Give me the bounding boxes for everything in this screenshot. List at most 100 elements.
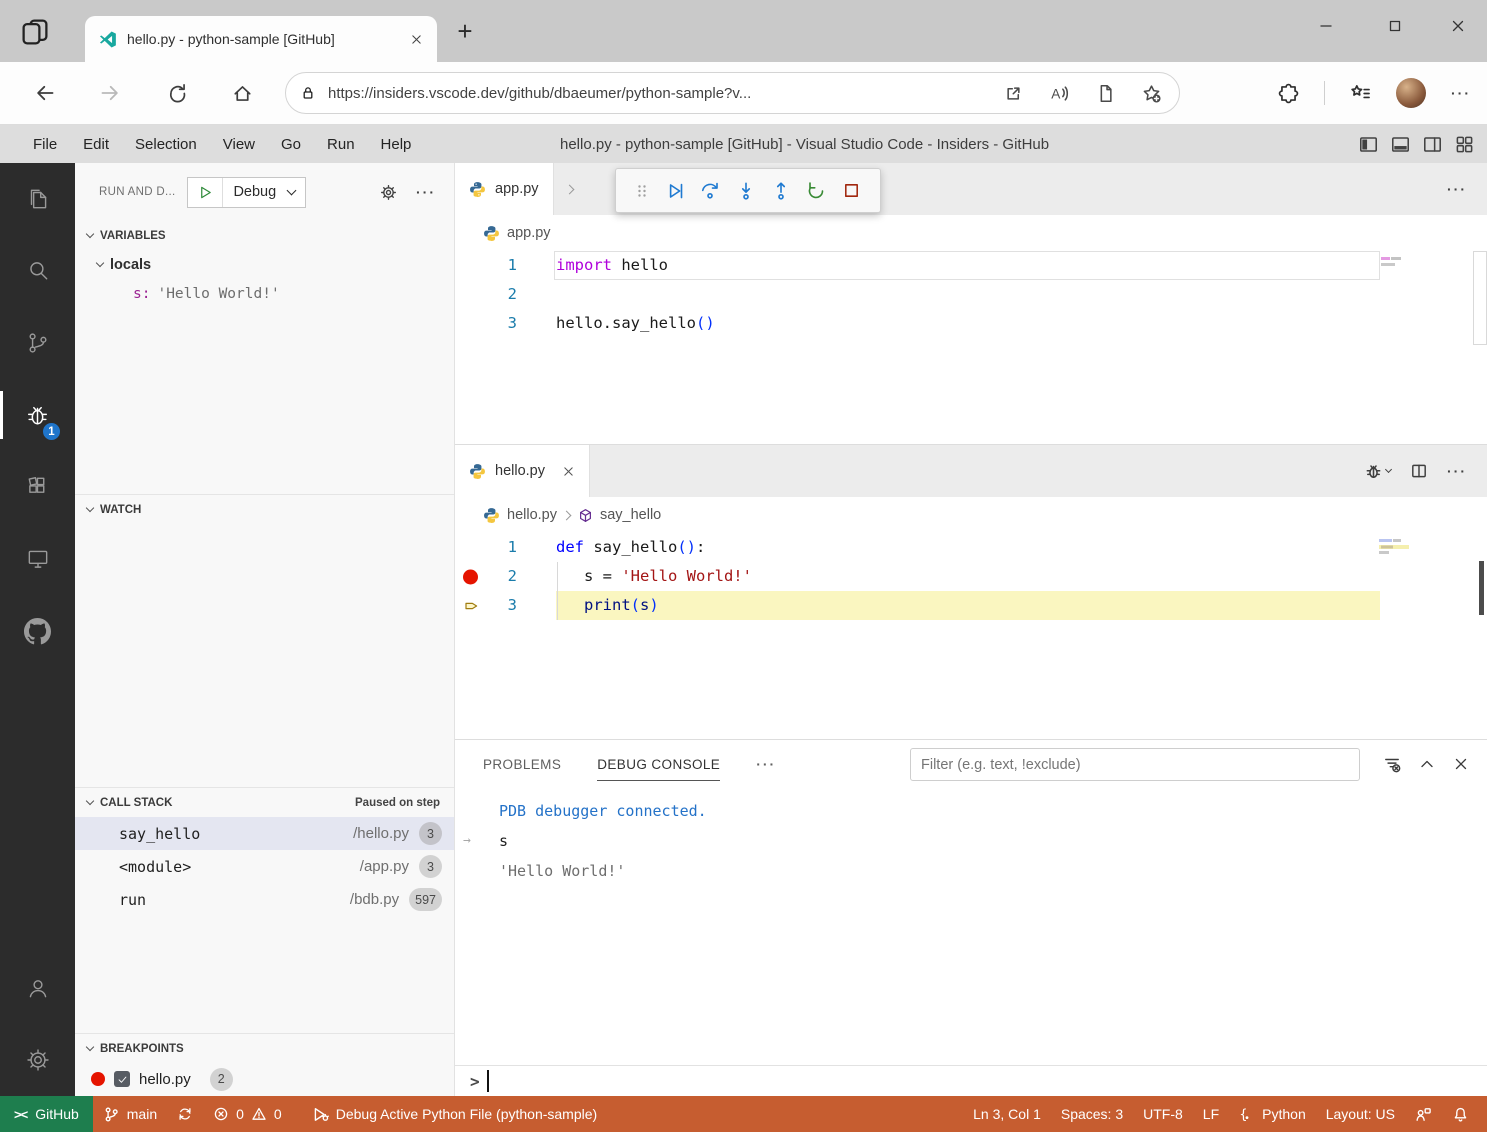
- variable-row[interactable]: s: 'Hello World!': [75, 279, 454, 308]
- settings-gear-icon[interactable]: [0, 1024, 75, 1096]
- breadcrumb[interactable]: app.py: [455, 215, 1487, 251]
- notifications-bell-icon[interactable]: [1442, 1096, 1479, 1132]
- toggle-panel-icon[interactable]: [1390, 135, 1411, 154]
- breadcrumb[interactable]: hello.py say_hello: [455, 497, 1487, 533]
- tab-problems[interactable]: PROBLEMS: [483, 740, 561, 788]
- close-panel-icon[interactable]: [1453, 756, 1469, 772]
- back-icon[interactable]: [25, 73, 65, 113]
- keyboard-layout[interactable]: Layout: US: [1316, 1096, 1405, 1132]
- scope-locals[interactable]: locals: [75, 250, 454, 279]
- remote-indicator[interactable]: >< GitHub: [0, 1096, 93, 1132]
- breakpoints-section-header[interactable]: BREAKPOINTS: [75, 1034, 454, 1063]
- tab-debug-console[interactable]: DEBUG CONSOLE: [597, 740, 720, 788]
- favorite-add-icon[interactable]: [1142, 84, 1161, 103]
- stack-frame-row[interactable]: <module> /app.py 3: [75, 850, 454, 883]
- menu-edit[interactable]: Edit: [70, 125, 122, 163]
- tab-app-py[interactable]: app.py: [455, 163, 554, 215]
- home-icon[interactable]: [222, 73, 262, 113]
- console-filter-input[interactable]: [910, 748, 1360, 781]
- run-and-debug-icon[interactable]: 1: [0, 379, 75, 451]
- code-line[interactable]: 1 import hello: [455, 251, 1487, 280]
- step-out-icon[interactable]: [771, 181, 791, 201]
- profile-avatar[interactable]: [1396, 78, 1426, 108]
- toggle-secondary-sidebar-icon[interactable]: [1422, 135, 1443, 154]
- window-close-button[interactable]: [1435, 4, 1481, 48]
- collections-icon[interactable]: [1350, 83, 1371, 104]
- window-maximize-button[interactable]: [1372, 4, 1418, 48]
- feedback-icon[interactable]: [1405, 1096, 1442, 1132]
- code-line[interactable]: 3 print(s): [455, 591, 1487, 620]
- callstack-section-header[interactable]: CALL STACK Paused on step: [75, 788, 454, 817]
- browser-tab[interactable]: hello.py - python-sample [GitHub]: [85, 16, 437, 62]
- step-into-icon[interactable]: [736, 181, 756, 201]
- code-line[interactable]: 2: [455, 280, 1487, 309]
- indentation[interactable]: Spaces: 3: [1051, 1096, 1133, 1132]
- debug-settings-gear-icon[interactable]: [380, 184, 397, 201]
- code-line[interactable]: 3 hello.say_hello(): [455, 309, 1487, 338]
- breakpoint-checkbox[interactable]: [114, 1071, 130, 1087]
- menu-file[interactable]: File: [20, 125, 70, 163]
- github-icon[interactable]: [0, 595, 75, 667]
- scrollbar[interactable]: [1473, 251, 1487, 345]
- url-text[interactable]: https://insiders.vscode.dev/github/dbaeu…: [328, 85, 992, 102]
- debug-status[interactable]: Debug Active Python File (python-sample): [302, 1096, 607, 1132]
- editor-more-icon[interactable]: ···: [1447, 463, 1467, 479]
- launch-config-dropdown[interactable]: Debug: [223, 184, 305, 200]
- stack-frame-row[interactable]: run /bdb.py 597: [75, 883, 454, 916]
- stack-frame-row[interactable]: say_hello /hello.py 3: [75, 817, 454, 850]
- browser-essentials-icon[interactable]: [1278, 83, 1299, 104]
- split-editor-icon[interactable]: [1410, 462, 1428, 480]
- toolbar-drag-handle[interactable]: [635, 183, 649, 199]
- variables-section-header[interactable]: VARIABLES: [75, 221, 454, 250]
- toggle-sidebar-icon[interactable]: [1358, 135, 1379, 154]
- open-external-icon[interactable]: [1004, 84, 1023, 103]
- account-icon[interactable]: [0, 952, 75, 1024]
- language-mode[interactable]: { } Python: [1229, 1096, 1316, 1132]
- breadcrumb-file[interactable]: hello.py: [507, 507, 557, 523]
- code-line[interactable]: 1 def say_hello():: [455, 533, 1487, 562]
- new-tab-button[interactable]: +: [448, 14, 482, 48]
- menu-run[interactable]: Run: [314, 125, 368, 163]
- page-icon[interactable]: [1096, 84, 1115, 103]
- extensions-icon[interactable]: [0, 451, 75, 523]
- encoding[interactable]: UTF-8: [1133, 1096, 1193, 1132]
- branch-indicator[interactable]: main: [93, 1096, 167, 1132]
- read-aloud-icon[interactable]: A: [1050, 84, 1069, 103]
- browser-more-icon[interactable]: ···: [1451, 85, 1471, 101]
- code-editor-app-py[interactable]: 1 import hello 2 3 hello.say_hello(): [455, 251, 1487, 338]
- tab-close-icon[interactable]: [405, 28, 427, 50]
- maximize-panel-icon[interactable]: [1419, 756, 1435, 772]
- stop-icon[interactable]: [842, 181, 861, 200]
- breakpoint-row[interactable]: hello.py 2: [75, 1063, 454, 1095]
- start-debug-icon[interactable]: [188, 178, 223, 207]
- search-icon[interactable]: [0, 235, 75, 307]
- workspaces-icon[interactable]: [14, 11, 56, 53]
- editor-more-icon[interactable]: ···: [1447, 181, 1467, 197]
- debug-console-output[interactable]: PDB debugger connected. →s 'Hello World!…: [455, 788, 1487, 1096]
- sidebar-more-icon[interactable]: ···: [416, 184, 436, 200]
- eol-sequence[interactable]: LF: [1193, 1096, 1229, 1132]
- address-bar[interactable]: https://insiders.vscode.dev/github/dbaeu…: [285, 72, 1180, 114]
- watch-section-header[interactable]: WATCH: [75, 495, 454, 524]
- refresh-icon[interactable]: [157, 73, 197, 113]
- menu-selection[interactable]: Selection: [122, 125, 210, 163]
- step-over-icon[interactable]: [700, 181, 720, 201]
- source-control-icon[interactable]: [0, 307, 75, 379]
- continue-icon[interactable]: [665, 181, 685, 201]
- code-line[interactable]: 2 s = 'Hello World!': [455, 562, 1487, 591]
- tab-hello-py[interactable]: hello.py: [455, 445, 590, 497]
- remote-explorer-icon[interactable]: [0, 523, 75, 595]
- window-minimize-button[interactable]: [1303, 4, 1349, 48]
- problems-indicator[interactable]: 0 0: [203, 1096, 292, 1132]
- code-editor-hello-py[interactable]: 1 def say_hello(): 2 s = 'Hello World!' …: [455, 533, 1487, 620]
- minimap[interactable]: [1381, 256, 1409, 272]
- debug-console-input[interactable]: >: [455, 1065, 1487, 1096]
- cursor-position[interactable]: Ln 3, Col 1: [963, 1096, 1051, 1132]
- restart-icon[interactable]: [806, 181, 826, 201]
- breadcrumb-file[interactable]: app.py: [507, 225, 551, 241]
- menu-view[interactable]: View: [210, 125, 268, 163]
- menu-help[interactable]: Help: [368, 125, 425, 163]
- breadcrumb-symbol[interactable]: say_hello: [600, 507, 661, 523]
- customize-layout-icon[interactable]: [1454, 135, 1475, 154]
- lock-icon[interactable]: [300, 85, 316, 101]
